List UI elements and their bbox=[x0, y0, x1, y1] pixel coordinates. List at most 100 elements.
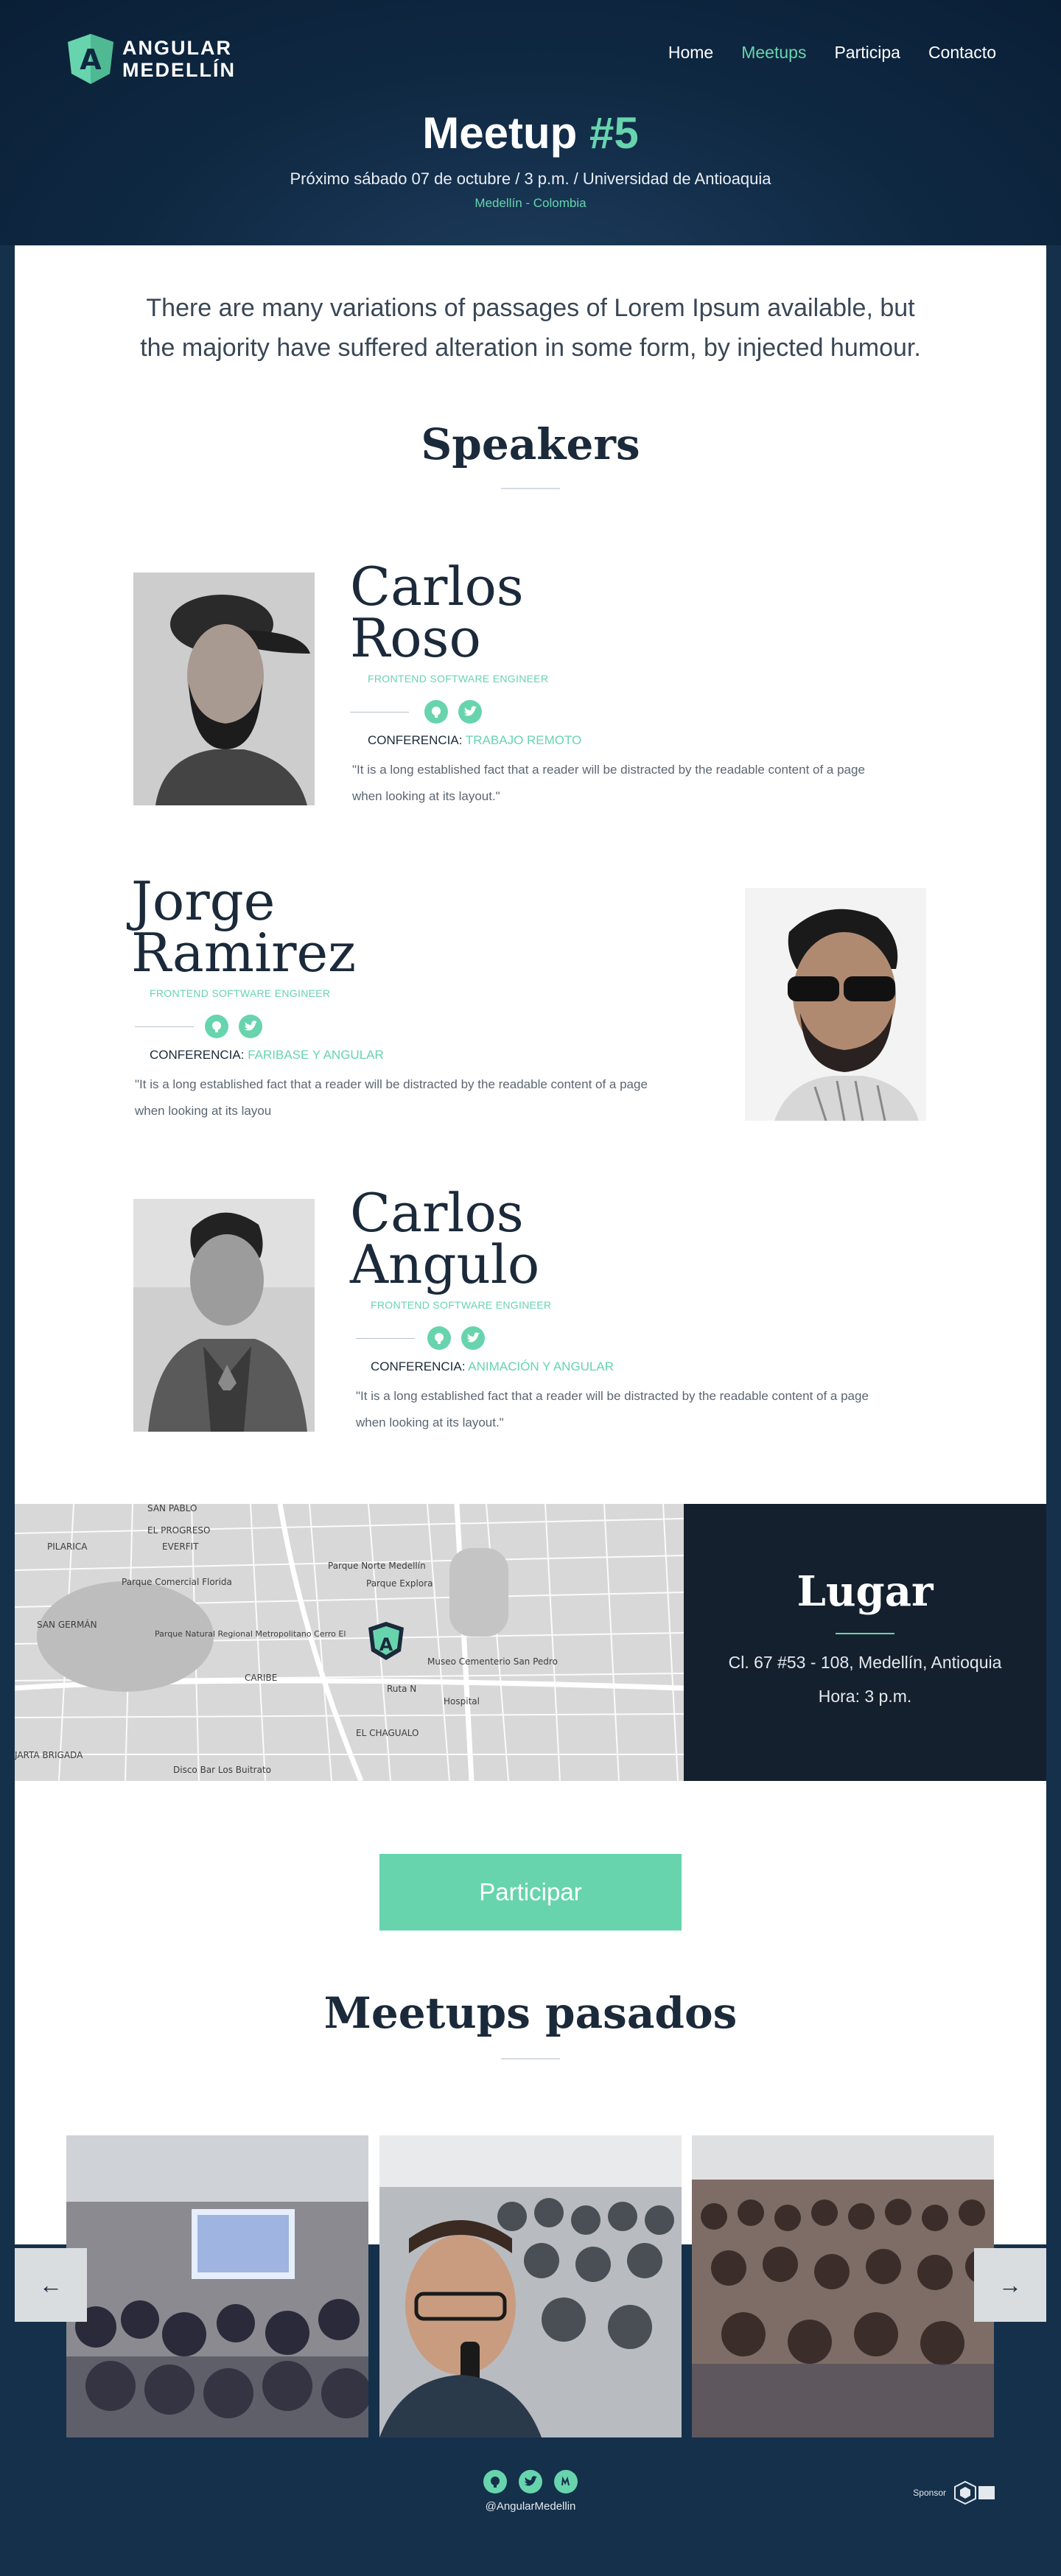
svg-text:A: A bbox=[379, 1634, 393, 1655]
speaker-photo bbox=[133, 573, 315, 805]
map-label: Parque Explora bbox=[366, 1578, 433, 1589]
speaker-last-name: Angulo bbox=[350, 1233, 540, 1295]
nav-participa[interactable]: Participa bbox=[834, 43, 900, 63]
speaker-social bbox=[427, 1326, 485, 1350]
speaker-name: Carlos Angulo bbox=[350, 1182, 540, 1295]
talk-label: CONFERENCIA: bbox=[371, 1359, 466, 1373]
map-label: Hospital bbox=[444, 1696, 480, 1707]
main-content: There are many variations of passages of… bbox=[15, 245, 1046, 2244]
talk-title: TRABAJO REMOTO bbox=[465, 733, 582, 747]
hero-location: Medellín - Colombia bbox=[475, 196, 586, 210]
map-image: EL PROGRESO EVERFIT PILARICA SAN GERMÁN … bbox=[15, 1504, 684, 1781]
twitter-icon[interactable] bbox=[239, 1015, 262, 1038]
hero-title-number: #5 bbox=[589, 108, 639, 158]
speaker-card: Carlos Angulo FRONTEND SOFTWARE ENGINEER… bbox=[15, 245, 1046, 1432]
brand-name: ANGULAR MEDELLÍN bbox=[122, 37, 236, 81]
speaker-talk: CONFERENCIA: TRABAJO REMOTO bbox=[368, 733, 581, 748]
speakers-title: Speakers bbox=[421, 419, 640, 469]
map-label: SAN GERMÁN bbox=[37, 1619, 97, 1630]
speaker-quote: "It is a long established fact that a re… bbox=[352, 763, 865, 803]
hero-title-text: Meetup bbox=[422, 108, 578, 158]
venue-panel: Lugar Cl. 67 #53 - 108, Medellín, Antioq… bbox=[684, 1504, 1046, 1781]
speaker-social bbox=[424, 700, 482, 724]
venue-title: Lugar bbox=[796, 1567, 934, 1616]
past-meetup-photo[interactable] bbox=[692, 2135, 994, 2437]
venue-address: Cl. 67 #53 - 108, Medellín, Antioquia bbox=[728, 1653, 1002, 1672]
speaker-name: Jorge Ramirez bbox=[131, 875, 356, 979]
map-label: PILARICA bbox=[47, 1541, 88, 1552]
speaker-divider bbox=[356, 1338, 415, 1339]
venue-time: Hora: 3 p.m. bbox=[818, 1687, 912, 1706]
talk-title: FARIBASE Y ANGULAR bbox=[248, 1048, 384, 1062]
footer-social bbox=[483, 2470, 578, 2493]
speaker-talk: CONFERENCIA: ANIMACIÓN Y ANGULAR bbox=[371, 1359, 614, 1374]
map-label: Parque Comercial Florida bbox=[122, 1577, 232, 1587]
speaker-first-name: Jorge bbox=[131, 870, 276, 932]
svg-text:A: A bbox=[80, 43, 102, 76]
github-icon[interactable] bbox=[205, 1015, 228, 1038]
speaker-talk: CONFERENCIA: FARIBASE Y ANGULAR bbox=[150, 1048, 384, 1063]
past-meetup-photo[interactable] bbox=[379, 2135, 682, 2437]
map-label: Disco Bar Los Buitrato bbox=[173, 1765, 271, 1775]
nav-contacto[interactable]: Contacto bbox=[928, 43, 996, 63]
github-icon[interactable] bbox=[427, 1326, 451, 1350]
sponsor-logo-icon[interactable] bbox=[953, 2480, 996, 2505]
nav-home[interactable]: Home bbox=[668, 43, 713, 63]
speaker-name: Carlos Roso bbox=[350, 556, 524, 669]
hero-title: Meetup #5 bbox=[0, 108, 1061, 158]
carousel-prev-button[interactable]: ← bbox=[15, 2248, 87, 2322]
venue-divider bbox=[836, 1633, 894, 1634]
speaker-first-name: Carlos bbox=[350, 1182, 524, 1244]
past-meetups-divider bbox=[501, 2058, 560, 2059]
past-meetup-image bbox=[692, 2135, 994, 2437]
site-header: A ANGULAR MEDELLÍN Home Meetups Particip… bbox=[0, 0, 1061, 245]
map-label: SAN PABLO bbox=[147, 1504, 197, 1513]
past-meetup-image bbox=[66, 2135, 368, 2437]
past-meetups-title: Meetups pasados bbox=[323, 1988, 738, 2038]
footer-handle: @AngularMedellin bbox=[485, 2500, 576, 2513]
main-nav: Home Meetups Participa Contacto bbox=[668, 43, 996, 63]
brand-line-1: ANGULAR bbox=[122, 37, 232, 59]
speaker-role: FRONTEND SOFTWARE ENGINEER bbox=[150, 987, 331, 999]
speaker-divider bbox=[135, 1026, 194, 1027]
speaker-last-name: Roso bbox=[350, 607, 481, 669]
speaker-photo bbox=[745, 888, 926, 1121]
nav-meetups[interactable]: Meetups bbox=[741, 43, 806, 63]
twitter-icon[interactable] bbox=[519, 2470, 542, 2493]
speaker-last-name: Ramirez bbox=[131, 922, 357, 984]
meetup-icon[interactable] bbox=[554, 2470, 578, 2493]
map-label: JARTA BRIGADA bbox=[15, 1750, 83, 1760]
map-label: EL PROGRESO bbox=[147, 1525, 210, 1536]
speaker-role: FRONTEND SOFTWARE ENGINEER bbox=[368, 673, 549, 685]
twitter-icon[interactable] bbox=[461, 1326, 485, 1350]
participar-button[interactable]: Participar bbox=[379, 1854, 682, 1931]
speaker-quote: "It is a long established fact that a re… bbox=[356, 1389, 869, 1429]
map-label: Museo Cementerio San Pedro bbox=[427, 1656, 558, 1667]
speakers-divider bbox=[501, 488, 560, 489]
twitter-icon[interactable] bbox=[458, 700, 482, 724]
past-meetup-image bbox=[379, 2135, 682, 2437]
brand-line-2: MEDELLÍN bbox=[122, 59, 236, 81]
sponsor: Sponsor bbox=[913, 2480, 996, 2505]
github-icon[interactable] bbox=[424, 700, 448, 724]
speaker-divider bbox=[350, 712, 409, 713]
speaker-photo bbox=[133, 1199, 315, 1432]
speaker-role: FRONTEND SOFTWARE ENGINEER bbox=[371, 1299, 552, 1311]
venue-map[interactable]: EL PROGRESO EVERFIT PILARICA SAN GERMÁN … bbox=[15, 1504, 684, 1781]
github-icon[interactable] bbox=[483, 2470, 507, 2493]
brand-logo[interactable]: A ANGULAR MEDELLÍN bbox=[66, 32, 236, 85]
speaker-first-name: Carlos bbox=[350, 556, 524, 617]
intro-text: There are many variations of passages of… bbox=[140, 294, 921, 362]
speaker-photo-image bbox=[133, 573, 315, 805]
speaker-photo-image bbox=[745, 888, 926, 1121]
sponsor-label: Sponsor bbox=[913, 2488, 946, 2498]
talk-label: CONFERENCIA: bbox=[368, 733, 463, 747]
past-meetup-photo[interactable] bbox=[66, 2135, 368, 2437]
speaker-photo-image bbox=[133, 1199, 315, 1432]
carousel-next-button[interactable]: → bbox=[974, 2248, 1046, 2322]
map-label: Ruta N bbox=[387, 1684, 416, 1694]
talk-title: ANIMACIÓN Y ANGULAR bbox=[468, 1359, 614, 1373]
map-label: Parque Natural Regional Metropolitano Ce… bbox=[155, 1629, 346, 1639]
map-label: Parque Norte Medellín bbox=[328, 1561, 426, 1571]
speaker-social bbox=[205, 1015, 262, 1038]
